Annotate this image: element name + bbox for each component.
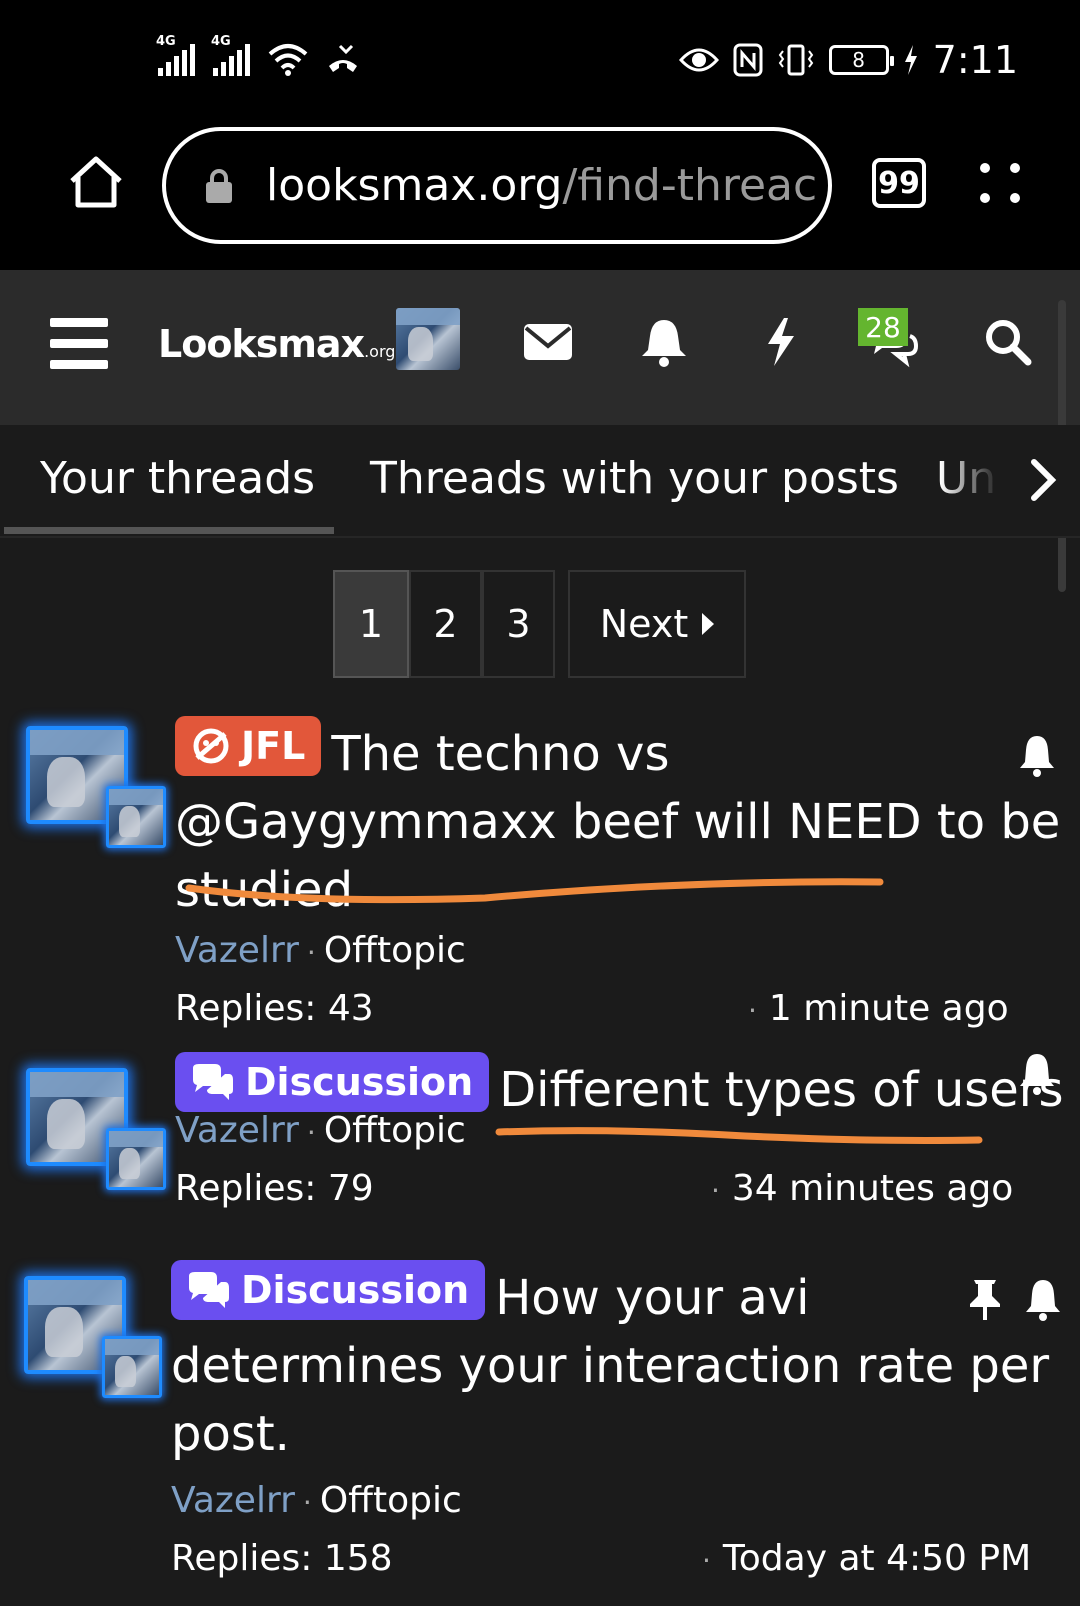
pagination: 1 2 3 [333,570,555,678]
chat-bubbles-icon [193,1064,233,1100]
site-header: Looksmax.org [0,270,1080,425]
annotation-underline [185,878,884,904]
thread-author-link[interactable]: Vazelrr [175,930,299,971]
thread-author-link[interactable]: Vazelrr [171,1480,295,1521]
active-tab-indicator [4,527,334,534]
thread-forum-link[interactable]: Offtopic [324,930,466,971]
last-poster-avatar[interactable] [102,1336,162,1398]
envelope-icon[interactable] [522,316,574,368]
battery-icon: 8 [828,45,894,75]
address-bar[interactable]: looksmax.org/find-threac [162,127,832,244]
thread-replies: Replies: 43 [175,988,374,1029]
clock: 7:11 [932,38,1018,82]
user-avatar[interactable] [396,308,460,370]
watch-bell-icon[interactable] [1018,734,1056,778]
thread-last-post-time[interactable]: · Today at 4:50 PM [702,1538,1031,1579]
last-poster-avatar[interactable] [106,786,166,848]
home-icon[interactable] [66,153,126,213]
chat-bubbles-icon [189,1272,229,1308]
thread-forum-link[interactable]: Offtopic [320,1480,462,1521]
watch-bell-icon[interactable] [1024,1278,1062,1322]
next-page[interactable]: Next [568,570,746,678]
page-2-button[interactable]: 2 [409,570,482,678]
thread-replies: Replies: 79 [175,1168,374,1209]
thread-author-link[interactable]: Vazelrr [175,1110,299,1151]
thread-label-discussion[interactable]: Discussion [171,1260,486,1320]
next-page-button[interactable]: Next [568,570,746,678]
last-poster-avatar[interactable] [106,1128,166,1190]
thread-replies: Replies: 158 [171,1538,393,1579]
thread-title[interactable]: Discussion How your avi determines your … [171,1260,1049,1468]
url-text[interactable]: looksmax.org/find-threac [266,160,817,211]
tab-switcher-button[interactable]: 99 [872,158,926,208]
hamburger-icon[interactable] [50,318,108,370]
search-icon[interactable] [982,316,1034,368]
status-right: 8 7:11 [678,38,1018,82]
site-logo[interactable]: Looksmax.org [158,322,395,366]
page-1-button[interactable]: 1 [333,570,409,678]
caret-right-icon [702,613,715,635]
signal-icon: 4G [156,34,195,76]
thread-label-discussion[interactable]: Discussion [175,1052,490,1112]
tab-threads-with-your-posts[interactable]: Threads with your posts [370,453,899,504]
pin-icon [970,1280,1000,1320]
signal-icon: 4G [211,34,250,76]
thread-meta: Vazelrr · Offtopic [175,930,466,971]
thread-last-post-time[interactable]: · 34 minutes ago [711,1168,1013,1209]
tab-your-threads[interactable]: Your threads [40,453,315,504]
conversations-badge: 28 [858,308,908,346]
thread-meta: Vazelrr · Offtopic [175,1110,466,1151]
eye-icon [678,48,719,72]
next-label: Next [599,602,689,646]
annotation-underline [495,1127,983,1144]
vibrate-icon [778,44,813,76]
status-bar: 4G 4G 8 7:11 [0,0,1080,125]
chevron-right-icon[interactable] [1026,456,1060,504]
charging-icon [904,45,917,75]
nfc-icon [733,43,763,77]
thread-last-post-time[interactable]: · 1 minute ago [748,988,1009,1029]
wifi-icon [268,44,308,76]
page-3-button[interactable]: 3 [482,570,555,678]
prefix-icon [193,728,229,764]
thread-tabs: Your threads Threads with your posts Un [0,425,1080,538]
lock-icon [206,168,232,203]
more-menu-icon[interactable] [980,163,1024,207]
lightning-icon[interactable] [754,316,806,368]
status-left: 4G 4G [156,34,360,76]
thread-forum-link[interactable]: Offtopic [324,1110,466,1151]
thread-meta: Vazelrr · Offtopic [171,1480,462,1521]
missed-call-icon [329,44,357,72]
browser-toolbar: looksmax.org/find-threac 99 [0,125,1080,270]
thread-label-jfl[interactable]: JFL [175,716,322,776]
bell-icon[interactable] [638,316,690,368]
watch-bell-icon[interactable] [1018,1052,1056,1096]
